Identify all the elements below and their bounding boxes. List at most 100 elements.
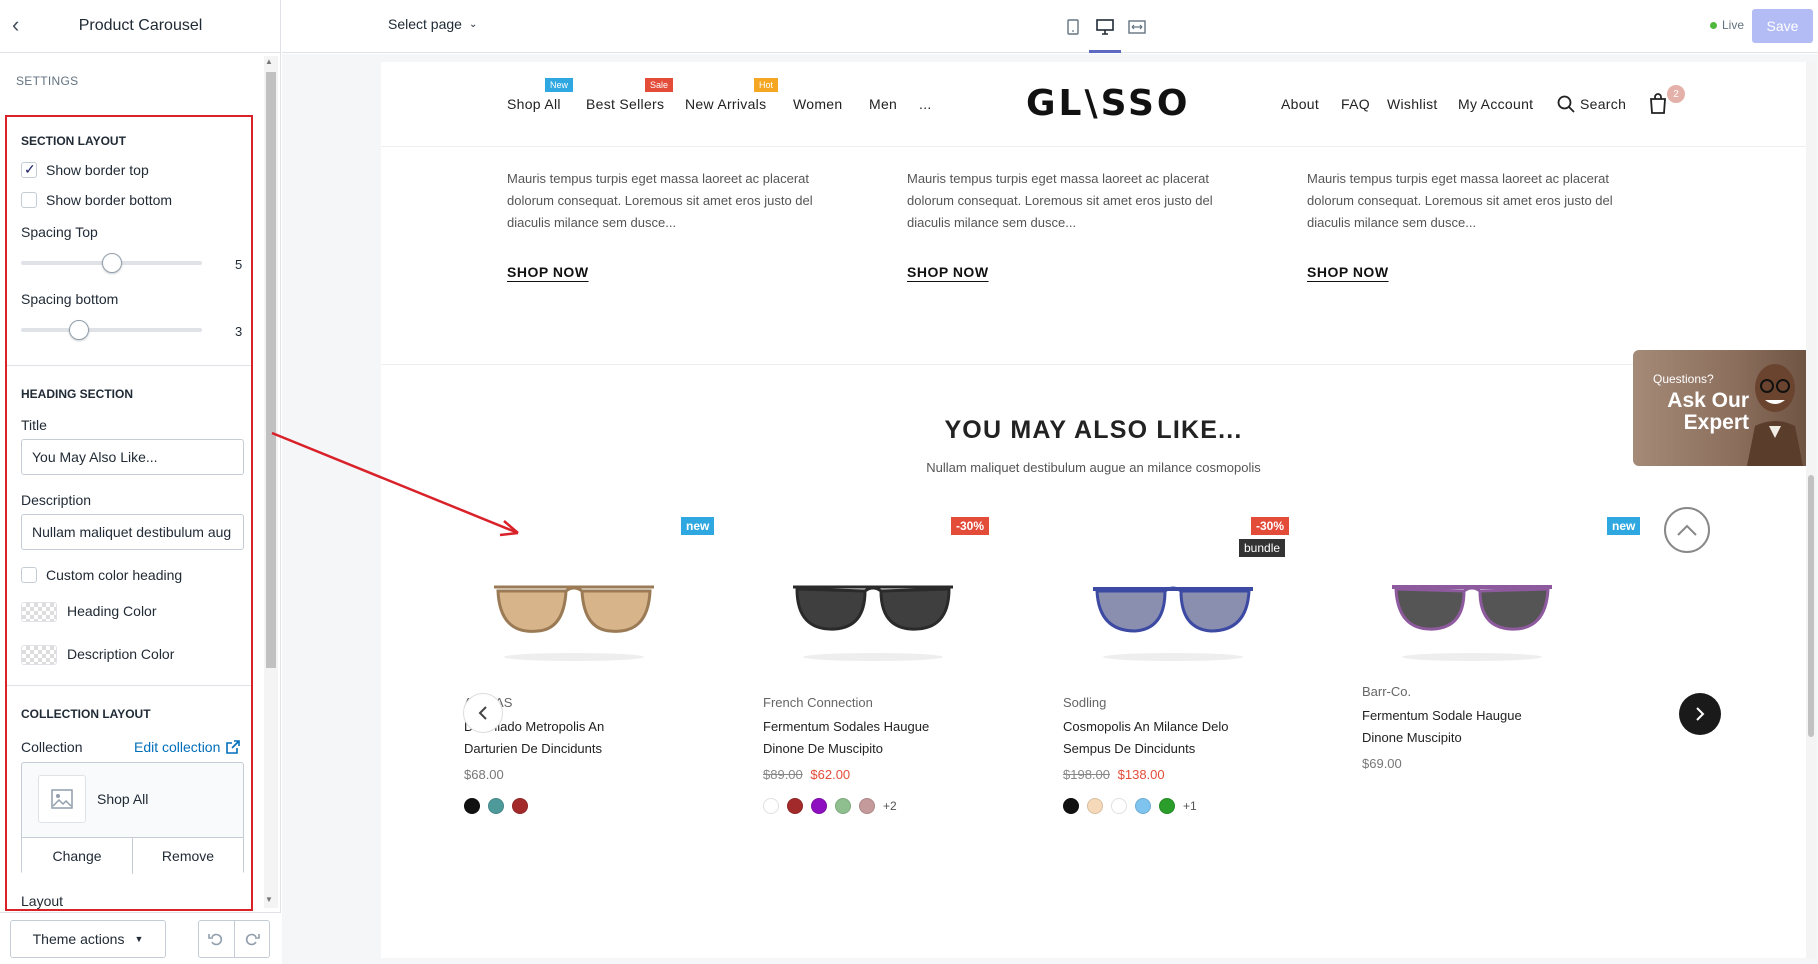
select-page-dropdown[interactable]: Select page ⌄: [388, 16, 477, 32]
caret-down-icon: ▼: [134, 934, 144, 944]
sunglasses-image-icon[interactable]: [783, 557, 963, 667]
change-collection-button[interactable]: Change: [22, 838, 133, 874]
product-price: $68.00: [464, 767, 504, 782]
product-card[interactable]: -30% bundle Sodling Cosmopolis An Milanc…: [1063, 517, 1323, 897]
nav-faq[interactable]: FAQ: [1341, 96, 1370, 112]
color-swatch[interactable]: [1159, 798, 1175, 814]
product-card[interactable]: new ADIDAS Daciniado Metropolis An Dartu…: [464, 517, 724, 897]
slider-handle[interactable]: [102, 253, 122, 273]
color-swatch[interactable]: [835, 798, 851, 814]
description-color-label: Description Color: [67, 646, 175, 662]
color-swatch[interactable]: [1135, 798, 1151, 814]
full-width-icon: [1128, 19, 1146, 34]
live-dot-icon: [1710, 21, 1717, 29]
product-card[interactable]: new Barr-Co. Fermentum Sodale Haugue Din…: [1362, 517, 1641, 897]
show-border-top-checkbox[interactable]: Show border top: [21, 161, 149, 178]
product-card[interactable]: -30% French Connection Fermentum Sodales…: [763, 517, 1023, 897]
fullscreen-view-button[interactable]: [1121, 0, 1153, 53]
search-icon[interactable]: [1557, 95, 1575, 113]
color-swatch[interactable]: [1063, 798, 1079, 814]
back-to-top-button[interactable]: [1664, 507, 1710, 553]
image-placeholder-icon: [38, 775, 86, 823]
chevron-right-icon: [1696, 707, 1705, 721]
more-colors[interactable]: +1: [1183, 799, 1197, 813]
color-swatches: +2: [763, 798, 897, 814]
nav-best-sellers[interactable]: Best Sellers: [586, 96, 664, 112]
shop-now-link-2[interactable]: SHOP NOW: [907, 264, 989, 280]
carousel-next-button[interactable]: [1679, 693, 1721, 735]
undo-button[interactable]: [199, 921, 235, 957]
redo-icon: [245, 933, 260, 946]
redo-button[interactable]: [235, 921, 270, 957]
checkbox-unchecked-icon[interactable]: [21, 192, 37, 208]
color-swatch[interactable]: [464, 798, 480, 814]
shop-now-link-3[interactable]: SHOP NOW: [1307, 264, 1389, 280]
nav-my-account[interactable]: My Account: [1458, 96, 1533, 112]
ask-expert-widget[interactable]: Questions? Ask Our Expert: [1633, 350, 1806, 466]
undo-icon: [208, 933, 223, 946]
color-swatch[interactable]: [1111, 798, 1127, 814]
chevron-up-icon: [1677, 524, 1697, 536]
edit-collection-link[interactable]: Edit collection: [134, 739, 241, 755]
sunglasses-image-icon[interactable]: [1382, 557, 1562, 667]
product-name[interactable]: Fermentum Sodales Haugue Dinone De Musci…: [763, 716, 953, 760]
custom-color-heading-label: Custom color heading: [46, 567, 183, 583]
spacing-bottom-label: Spacing bottom: [21, 291, 119, 307]
external-link-icon[interactable]: [226, 740, 241, 754]
sunglasses-image-icon[interactable]: [484, 557, 664, 667]
nav-new-arrivals[interactable]: New Arrivals: [685, 96, 766, 112]
collection-label: Collection: [21, 739, 83, 755]
nav-about[interactable]: About: [1281, 96, 1319, 112]
nav-wishlist[interactable]: Wishlist: [1387, 96, 1438, 112]
description-input[interactable]: [21, 514, 244, 550]
mobile-view-button[interactable]: [1057, 0, 1089, 53]
description-color-swatch[interactable]: [21, 645, 57, 665]
color-swatch[interactable]: [512, 798, 528, 814]
desktop-view-button[interactable]: [1089, 0, 1121, 53]
nav-search[interactable]: Search: [1580, 96, 1626, 112]
heading-color-swatch[interactable]: [21, 602, 57, 622]
preview-scrollbar-thumb[interactable]: [1808, 475, 1814, 737]
expert-avatar-icon: [1747, 364, 1803, 466]
color-swatch[interactable]: [1087, 798, 1103, 814]
slider-track[interactable]: [21, 328, 202, 332]
nav-men[interactable]: Men: [869, 96, 897, 112]
custom-color-heading-checkbox[interactable]: Custom color heading: [21, 567, 182, 583]
shop-now-link-1[interactable]: SHOP NOW: [507, 264, 589, 280]
shopping-bag-icon[interactable]: [1649, 92, 1667, 114]
checkbox-checked-icon[interactable]: [21, 161, 37, 178]
promo-text-3: Mauris tempus turpis eget massa laoreet …: [1307, 171, 1613, 230]
spacing-top-slider[interactable]: [21, 250, 202, 276]
scroll-up-icon[interactable]: ▲: [265, 57, 273, 66]
store-logo[interactable]: GL\SSO: [1026, 83, 1190, 124]
remove-collection-button[interactable]: Remove: [133, 838, 243, 874]
more-colors[interactable]: +2: [883, 799, 897, 813]
slider-handle[interactable]: [69, 320, 89, 340]
color-swatch[interactable]: [763, 798, 779, 814]
color-swatch[interactable]: [811, 798, 827, 814]
color-swatch[interactable]: [787, 798, 803, 814]
select-page-label: Select page: [388, 16, 462, 32]
nav-women[interactable]: Women: [793, 96, 842, 112]
nav-more[interactable]: ...: [919, 96, 932, 112]
product-name[interactable]: Cosmopolis An Milance Delo Sempus De Din…: [1063, 716, 1253, 760]
color-swatch[interactable]: [488, 798, 504, 814]
carousel-prev-button[interactable]: [463, 693, 503, 733]
color-swatch[interactable]: [859, 798, 875, 814]
product-brand: Sodling: [1063, 695, 1107, 710]
checkbox-unchecked-icon[interactable]: [21, 567, 37, 583]
show-border-bottom-checkbox[interactable]: Show border bottom: [21, 192, 172, 208]
spacing-bottom-value: 3: [235, 324, 243, 339]
theme-actions-button[interactable]: Theme actions ▼: [10, 920, 166, 958]
scroll-down-icon[interactable]: ▼: [265, 895, 273, 904]
save-button[interactable]: Save: [1752, 9, 1813, 43]
sidebar-scrollbar-thumb[interactable]: [266, 72, 276, 668]
product-name[interactable]: Fermentum Sodale Haugue Dinone Muscipito: [1362, 705, 1552, 749]
mobile-icon: [1067, 18, 1079, 35]
sidebar-header: ‹ Product Carousel: [0, 0, 281, 53]
title-input[interactable]: [21, 439, 244, 475]
edit-collection-label[interactable]: Edit collection: [134, 739, 220, 755]
spacing-bottom-slider[interactable]: [21, 317, 202, 343]
nav-shop-all[interactable]: Shop All: [507, 96, 561, 112]
sunglasses-image-icon[interactable]: [1083, 557, 1263, 667]
